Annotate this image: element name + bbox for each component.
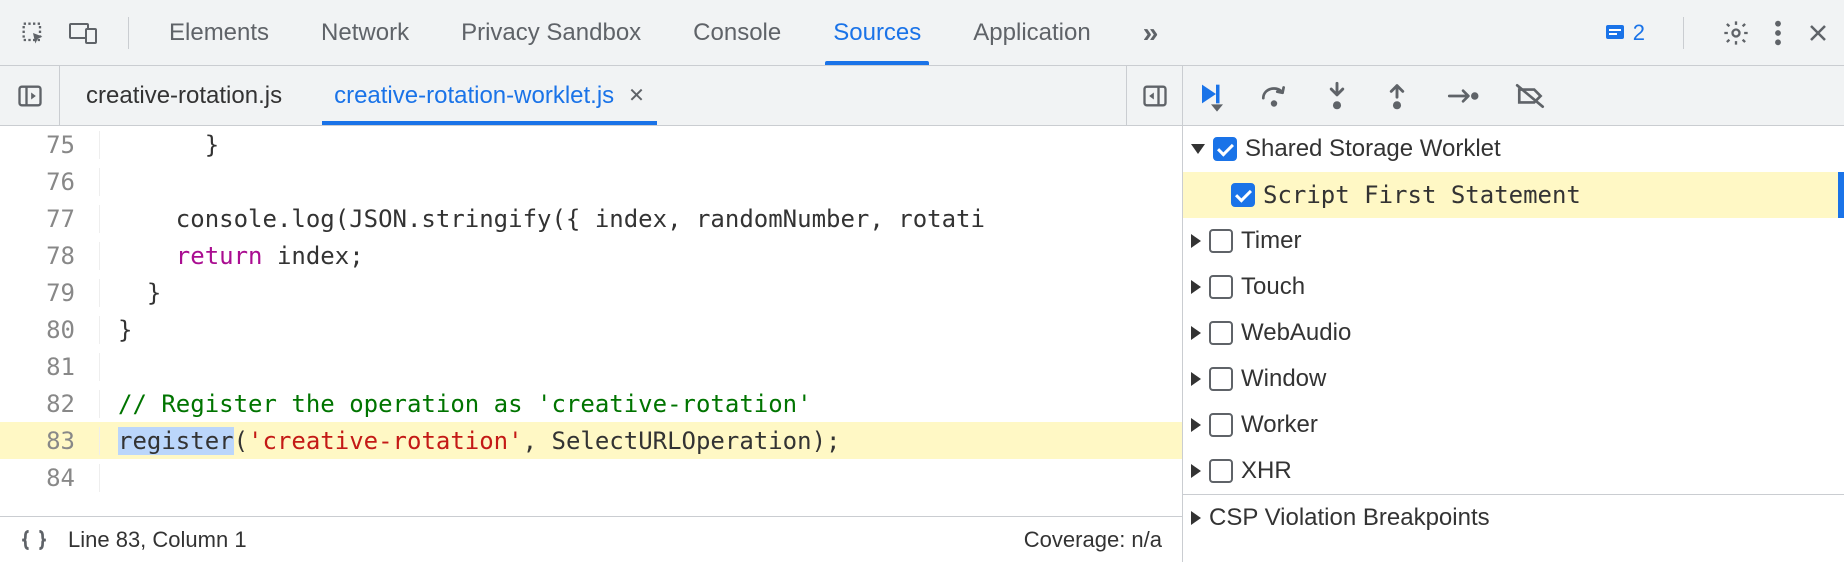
expand-icon[interactable]: [1191, 234, 1201, 248]
tab-network[interactable]: Network: [295, 0, 435, 65]
line-number: 83: [0, 427, 100, 455]
breakpoint-group-shared-storage[interactable]: Shared Storage Worklet: [1183, 126, 1844, 172]
code-line[interactable]: 83register('creative-rotation', SelectUR…: [0, 422, 1182, 459]
code-line[interactable]: 80}: [0, 311, 1182, 348]
more-tabs-icon[interactable]: »: [1117, 0, 1185, 65]
code-body[interactable]: 75 } 76 77 console.log(JSON.stringify({ …: [0, 126, 1182, 516]
breakpoint-group-webaudio[interactable]: WebAudio: [1183, 310, 1844, 356]
separator: [128, 17, 129, 49]
checkbox[interactable]: [1213, 137, 1237, 161]
expand-icon[interactable]: [1191, 326, 1201, 340]
debugger-sidebar: Shared Storage Worklet Script First Stat…: [1182, 126, 1844, 562]
line-number: 81: [0, 353, 100, 381]
breakpoint-group-label: XHR: [1241, 457, 1292, 485]
code-line[interactable]: 81: [0, 348, 1182, 385]
breakpoint-item-script-first-statement[interactable]: Script First Statement: [1183, 172, 1844, 218]
toolbar-right: 2: [1603, 17, 1830, 49]
checkbox[interactable]: [1209, 367, 1233, 391]
line-number: 76: [0, 168, 100, 196]
line-number: 79: [0, 279, 100, 307]
file-tab-label: creative-rotation-worklet.js: [334, 82, 614, 110]
step-into-icon[interactable]: [1325, 81, 1349, 111]
breakpoint-group-window[interactable]: Window: [1183, 356, 1844, 402]
breakpoint-item-label: Script First Statement: [1263, 181, 1581, 209]
selection-indicator: [1838, 172, 1844, 218]
breakpoint-group-label: Shared Storage Worklet: [1245, 135, 1501, 163]
file-tabs: creative-rotation.js creative-rotation-w…: [60, 66, 1126, 125]
tab-elements[interactable]: Elements: [143, 0, 295, 65]
debugger-toggle-icon[interactable]: [1126, 66, 1182, 125]
inspect-icon[interactable]: [14, 14, 52, 52]
deactivate-breakpoints-icon[interactable]: [1515, 83, 1547, 109]
tab-sources[interactable]: Sources: [807, 0, 947, 65]
checkbox[interactable]: [1209, 413, 1233, 437]
tab-application[interactable]: Application: [947, 0, 1116, 65]
separator: [1683, 17, 1684, 49]
checkbox[interactable]: [1209, 321, 1233, 345]
debugger-controls: [1182, 66, 1844, 125]
breakpoint-group-label: Window: [1241, 365, 1326, 393]
line-number: 78: [0, 242, 100, 270]
line-number: 77: [0, 205, 100, 233]
expand-icon[interactable]: [1191, 372, 1201, 386]
main-toolbar: Elements Network Privacy Sandbox Console…: [0, 0, 1844, 66]
close-tab-icon[interactable]: ✕: [628, 83, 645, 108]
panel-tabs: Elements Network Privacy Sandbox Console…: [143, 0, 1603, 65]
breakpoint-group-label: Worker: [1241, 411, 1318, 439]
file-tab-creative-rotation-worklet[interactable]: creative-rotation-worklet.js ✕: [308, 66, 671, 125]
close-icon[interactable]: [1806, 21, 1830, 45]
main-area: 75 } 76 77 console.log(JSON.stringify({ …: [0, 126, 1844, 562]
settings-icon[interactable]: [1722, 19, 1750, 47]
step-over-icon[interactable]: [1259, 82, 1289, 110]
step-icon[interactable]: [1445, 85, 1479, 107]
line-number: 80: [0, 316, 100, 344]
file-tab-creative-rotation[interactable]: creative-rotation.js: [60, 66, 308, 125]
checkbox[interactable]: [1209, 275, 1233, 299]
code-line[interactable]: 82// Register the operation as 'creative…: [0, 385, 1182, 422]
expand-icon[interactable]: [1191, 144, 1205, 154]
checkbox[interactable]: [1231, 183, 1255, 207]
pretty-print-icon[interactable]: [20, 528, 48, 552]
resume-icon[interactable]: [1195, 80, 1223, 112]
device-toggle-icon[interactable]: [64, 14, 102, 52]
coverage-status: Coverage: n/a: [1024, 527, 1162, 553]
checkbox[interactable]: [1209, 459, 1233, 483]
breakpoint-group-label: Timer: [1241, 227, 1301, 255]
code-line[interactable]: 79 }: [0, 274, 1182, 311]
kebab-menu-icon[interactable]: [1774, 19, 1782, 47]
line-number: 82: [0, 390, 100, 418]
sources-toolbar: creative-rotation.js creative-rotation-w…: [0, 66, 1844, 126]
line-number: 75: [0, 131, 100, 159]
expand-icon[interactable]: [1191, 511, 1201, 525]
breakpoint-group-touch[interactable]: Touch: [1183, 264, 1844, 310]
breakpoint-group-worker[interactable]: Worker: [1183, 402, 1844, 448]
code-line[interactable]: 84: [0, 459, 1182, 496]
navigator-toggle-icon[interactable]: [0, 66, 60, 125]
code-editor: 75 } 76 77 console.log(JSON.stringify({ …: [0, 126, 1182, 562]
issues-button[interactable]: 2: [1603, 20, 1645, 46]
expand-icon[interactable]: [1191, 418, 1201, 432]
code-line[interactable]: 77 console.log(JSON.stringify({ index, r…: [0, 200, 1182, 237]
tab-privacy-sandbox[interactable]: Privacy Sandbox: [435, 0, 667, 65]
checkbox[interactable]: [1209, 229, 1233, 253]
issues-count: 2: [1633, 20, 1645, 46]
breakpoint-group-xhr[interactable]: XHR: [1183, 448, 1844, 494]
breakpoint-group-label: Touch: [1241, 273, 1305, 301]
file-tab-label: creative-rotation.js: [86, 82, 282, 110]
expand-icon[interactable]: [1191, 464, 1201, 478]
tab-console[interactable]: Console: [667, 0, 807, 65]
step-out-icon[interactable]: [1385, 81, 1409, 111]
code-line[interactable]: 75 }: [0, 126, 1182, 163]
breakpoint-group-timer[interactable]: Timer: [1183, 218, 1844, 264]
section-label: CSP Violation Breakpoints: [1209, 504, 1490, 532]
expand-icon[interactable]: [1191, 280, 1201, 294]
line-number: 84: [0, 464, 100, 492]
editor-status-bar: Line 83, Column 1 Coverage: n/a: [0, 516, 1182, 562]
breakpoint-group-label: WebAudio: [1241, 319, 1351, 347]
code-line[interactable]: 78 return index;: [0, 237, 1182, 274]
code-line[interactable]: 76: [0, 163, 1182, 200]
csp-violation-breakpoints[interactable]: CSP Violation Breakpoints: [1183, 494, 1844, 540]
cursor-position: Line 83, Column 1: [68, 527, 247, 553]
